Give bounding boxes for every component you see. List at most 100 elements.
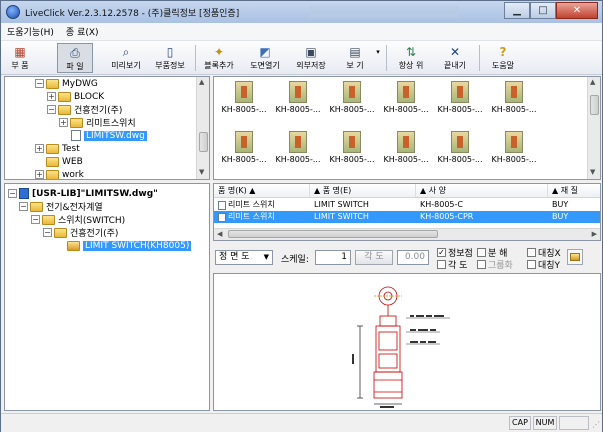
toolbar-help-button[interactable]: ? 도움말: [483, 43, 523, 73]
tree-item-mydwg[interactable]: − MyDWG: [35, 77, 98, 90]
folder-icon: [46, 143, 59, 154]
thumbnail-item[interactable]: KH-8005-...: [380, 129, 432, 173]
angle-input[interactable]: 0.00: [397, 250, 429, 265]
table-row[interactable]: 리미트 스위치 LIMIT SWITCH KH-8005-C BUY: [214, 199, 600, 211]
lib-item-electric[interactable]: − 전기&전자계열: [19, 200, 103, 213]
tree-item-limit-switch[interactable]: + 리미트스위치: [59, 116, 136, 129]
collapse-icon[interactable]: −: [8, 189, 17, 198]
insert-block-button[interactable]: [567, 249, 583, 265]
parts-table-hscrollbar[interactable]: ◀ ▶: [214, 228, 600, 240]
view-dropdown-arrow[interactable]: ▾: [373, 43, 383, 73]
toolbar-open-drawing-button[interactable]: ◩ 도면열기: [244, 43, 286, 73]
title-bar[interactable]: LiveClick Ver.2.3.12.2578 - (주)클릭정보 [정품인…: [1, 1, 602, 23]
checkbox-angle[interactable]: 각 도: [437, 258, 467, 271]
checkbox-group[interactable]: 그룹화: [477, 258, 513, 271]
library-tree-pane[interactable]: − [USR-LIB]"LIMITSW.dwg" − 전기&전자계열 − 스위치…: [4, 183, 210, 411]
thumbnail-item[interactable]: KH-8005-...: [326, 129, 378, 173]
folder-icon: [58, 104, 71, 115]
collapse-icon[interactable]: −: [43, 228, 52, 237]
lib-root[interactable]: − [USR-LIB]"LIMITSW.dwg": [8, 187, 158, 200]
toolbar-always-on-top-button[interactable]: ⇅ 항상 위: [391, 43, 431, 73]
blurred-background-tab: [309, 6, 460, 18]
thumbnail-item[interactable]: KH-8005-...: [434, 79, 486, 123]
thumbnail-item[interactable]: KH-8005-...: [380, 79, 432, 123]
scroll-thumb[interactable]: [590, 95, 599, 115]
toolbar-add-block-button[interactable]: ✦ 블록추가: [198, 43, 240, 73]
thumbnail-label: KH-8005-...: [437, 155, 483, 164]
library-icon: [19, 188, 29, 199]
resize-grip-icon[interactable]: ⋰: [592, 420, 600, 429]
lib-item-switch[interactable]: − 스위치(SWITCH): [31, 213, 125, 226]
status-bar: CAP NUM ⋰: [1, 413, 602, 432]
tree-item-work[interactable]: + work: [35, 168, 84, 179]
toolbar-external-save-button[interactable]: ▣ 외부저장: [290, 43, 332, 73]
view-select[interactable]: 정 면 도 ▼: [215, 250, 273, 265]
toolbar-view-button[interactable]: ▤ 보 기: [337, 43, 373, 73]
column-header-name-e[interactable]: ▲ 품 명(E): [310, 184, 416, 197]
menu-exit[interactable]: 종 료(X): [66, 25, 99, 38]
tree-item-geonheung[interactable]: − 건흥전기(주): [47, 103, 122, 116]
folder-tree-pane[interactable]: − MyDWG + BLOCK − 건흥전기(주) + 리미트스위치 LIMIT…: [4, 76, 210, 180]
thumbnail-item[interactable]: KH-8005-...: [272, 129, 324, 173]
part-thumbnail-image: [451, 131, 469, 153]
parts-table[interactable]: 품 명(K) ▲ ▲ 품 명(E) ▲ 사 양 ▲ 재 질 리미트 스위치 LI…: [213, 183, 601, 241]
collapse-icon[interactable]: −: [47, 105, 56, 114]
limit-switch-drawing: [352, 286, 450, 408]
tree-item-test[interactable]: + Test: [35, 142, 80, 155]
angle-button[interactable]: 각 도: [355, 250, 393, 265]
thumbnail-item[interactable]: KH-8005-...: [488, 79, 540, 123]
thumbnail-item[interactable]: KH-8005-...: [218, 79, 270, 123]
thumbnail-item[interactable]: KH-8005-...: [488, 129, 540, 173]
thumbnail-label: KH-8005-...: [221, 105, 267, 114]
scroll-right-icon[interactable]: ▶: [592, 230, 597, 238]
scroll-up-icon[interactable]: ▲: [199, 78, 204, 86]
thumbnail-pane[interactable]: KH-8005-... KH-8005-... KH-8005-... KH-8005…: [213, 76, 601, 180]
thumbnail-item[interactable]: KH-8005-...: [434, 129, 486, 173]
toolbar-file-button[interactable]: ⎙ 파 일: [57, 43, 93, 73]
toolbar-exit-button[interactable]: ✕ 끝내기: [435, 43, 475, 73]
exit-icon: ✕: [449, 45, 461, 59]
folder-icon: [58, 91, 71, 102]
scale-input[interactable]: 1: [315, 250, 351, 265]
toolbar-parts-button[interactable]: ▦ 부 품: [5, 43, 35, 73]
scroll-down-icon[interactable]: ▼: [199, 168, 204, 176]
scroll-up-icon[interactable]: ▲: [590, 78, 595, 86]
thumbnail-scrollbar[interactable]: ▲ ▼: [587, 77, 600, 179]
tree-item-web[interactable]: WEB: [46, 155, 83, 168]
scroll-thumb[interactable]: [199, 132, 208, 152]
tree-item-block[interactable]: + BLOCK: [47, 90, 104, 103]
drawing-open-icon: ◩: [259, 45, 271, 59]
toolbar-preview-button[interactable]: ⌕ 미리보기: [105, 43, 147, 73]
scroll-thumb[interactable]: [228, 230, 438, 238]
close-button[interactable]: ✕: [556, 2, 598, 19]
num-lock-indicator: NUM: [533, 416, 557, 430]
tree-item-limitsw-dwg[interactable]: LIMITSW.dwg: [71, 129, 147, 142]
table-header: 품 명(K) ▲ ▲ 품 명(E) ▲ 사 양 ▲ 재 질: [214, 184, 600, 198]
scroll-down-icon[interactable]: ▼: [590, 168, 595, 176]
scroll-left-icon[interactable]: ◀: [217, 230, 222, 238]
drawing-preview-pane[interactable]: [213, 273, 601, 411]
collapse-icon[interactable]: −: [35, 79, 44, 88]
column-header-material[interactable]: ▲ 재 질: [548, 184, 600, 197]
expand-icon[interactable]: +: [47, 92, 56, 101]
thumbnail-item[interactable]: KH-8005-...: [272, 79, 324, 123]
thumbnail-item[interactable]: KH-8005-...: [326, 79, 378, 123]
column-header-name-k[interactable]: 품 명(K) ▲: [214, 184, 310, 197]
expand-icon[interactable]: +: [35, 170, 44, 179]
lib-item-limit-switch[interactable]: LIMIT SWITCH(KH8005): [67, 239, 192, 252]
toolbar-part-info-button[interactable]: ▯ 부품정보: [149, 43, 191, 73]
expand-icon[interactable]: +: [59, 118, 68, 127]
expand-icon[interactable]: +: [35, 144, 44, 153]
folder-tree-scrollbar[interactable]: ▲ ▼: [196, 77, 209, 179]
minimize-button[interactable]: ▁: [504, 2, 530, 19]
collapse-icon[interactable]: −: [19, 202, 28, 211]
menu-help[interactable]: 도움기능(H): [7, 25, 54, 38]
always-on-top-icon: ⇅: [405, 45, 417, 59]
maximize-button[interactable]: □: [530, 2, 556, 19]
checkbox-mirror-y[interactable]: 대칭Y: [527, 258, 560, 271]
table-row-selected[interactable]: 리미트 스위치 LIMIT SWITCH KH-8005-CPR BUY: [214, 211, 600, 223]
collapse-icon[interactable]: −: [31, 215, 40, 224]
thumbnail-item[interactable]: KH-8005-...: [218, 129, 270, 173]
lib-item-geonheung[interactable]: − 건흥전기(주): [43, 226, 118, 239]
column-header-spec[interactable]: ▲ 사 양: [416, 184, 548, 197]
